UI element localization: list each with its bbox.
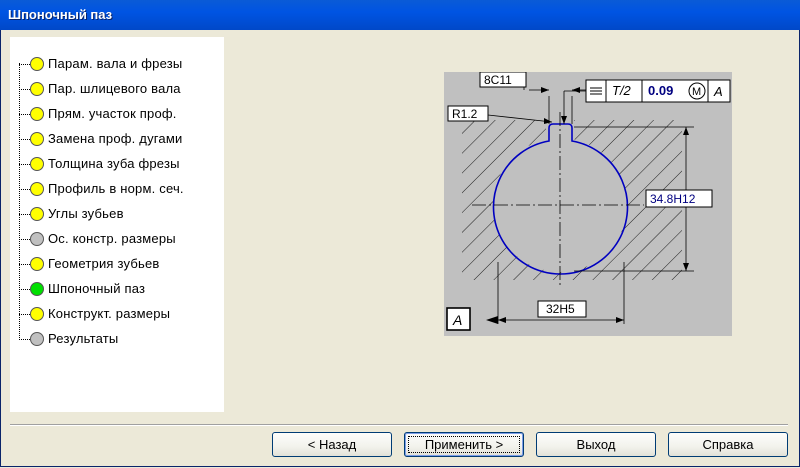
tree-item[interactable]: Результаты [19,329,224,349]
status-dot-icon [30,132,44,146]
status-dot-icon [30,332,44,346]
tree-item[interactable]: Шпоночный паз [19,279,224,299]
tree-item-label: Геометрия зубьев [48,256,160,271]
tree-branch-line [19,114,30,115]
tree-item[interactable]: Толщина зуба фрезы [19,154,224,174]
tree-branch-line [19,314,30,315]
status-dot-icon [30,107,44,121]
tree-branch-line [19,214,30,215]
tree-item[interactable]: Замена проф. дугами [19,129,224,149]
tree-item-label: Пар. шлицевого вала [48,81,181,96]
tolerance-symbol: T/2 [612,83,632,98]
title-bar[interactable]: Шпоночный паз [0,0,800,30]
navigation-tree: Парам. вала и фрезы Пар. шлицевого вала Пр… [10,37,224,412]
tree-item-label: Ос. констр. размеры [48,231,176,246]
tree-branch-line [19,189,30,190]
tree-item[interactable]: Пар. шлицевого вала [19,79,224,99]
status-dot-icon [30,157,44,171]
tree-item-label: Углы зубьев [48,206,124,221]
datum-label: A [452,312,462,328]
tree-item[interactable]: Геометрия зубьев [19,254,224,274]
radius-label: R1.2 [452,107,478,121]
apply-button[interactable]: Применить > [404,432,524,457]
tree-item-label: Замена проф. дугами [48,131,183,146]
tolerance-value: 0.09 [648,83,673,98]
status-dot-icon [30,182,44,196]
tree-item-label: Прям. участок проф. [48,106,177,121]
tree-item[interactable]: Профиль в норм. сеч. [19,179,224,199]
status-dot-icon [30,207,44,221]
status-dot-icon [30,57,44,71]
status-dot-icon [30,232,44,246]
tree-branch-line [19,164,30,165]
tree-branch-line [19,89,30,90]
help-button[interactable]: Справка [668,432,788,457]
tree-item-label: Результаты [48,331,119,346]
tree-branch-line [19,239,30,240]
tree-item[interactable]: Прям. участок проф. [19,104,224,124]
exit-button[interactable]: Выход [536,432,656,457]
status-dot-icon [30,282,44,296]
back-button[interactable]: < Назад [272,432,392,457]
button-separator-highlight [10,425,788,426]
tolerance-datum-ref: A [713,84,723,99]
tree-item[interactable]: Парам. вала и фрезы [19,54,224,74]
tree-item[interactable]: Конструкт. размеры [19,304,224,324]
width-dimension-label: 8C11 [484,73,512,87]
tree-branch-line [19,264,30,265]
keyway-diagram: 8C11 T/2 0.09 M A R1.2 34.8H12 32H5 A [444,72,732,336]
apply-button-label: Применить > [424,437,504,452]
tree-item-label: Шпоночный паз [48,281,146,296]
mmc-modifier: M [692,86,701,98]
tree-branch-line [19,339,30,340]
tolerance-frame: T/2 0.09 M A [585,79,731,103]
tree-item-label: Профиль в норм. сеч. [48,181,184,196]
tree-branch-line [19,64,30,65]
status-dot-icon [30,257,44,271]
tree-branch-line [19,139,30,140]
tree-branch-line [19,289,30,290]
tree-item-label: Конструкт. размеры [48,306,171,321]
status-dot-icon [30,82,44,96]
diameter-label: 34.8H12 [650,192,696,206]
window-title: Шпоночный паз [8,7,113,22]
tree-item[interactable]: Ос. констр. размеры [19,229,224,249]
tree-item-label: Парам. вала и фрезы [48,56,183,71]
tree-item-label: Толщина зуба фрезы [48,156,180,171]
depth-label: 32H5 [546,302,575,316]
tree-item[interactable]: Углы зубьев [19,204,224,224]
status-dot-icon [30,307,44,321]
